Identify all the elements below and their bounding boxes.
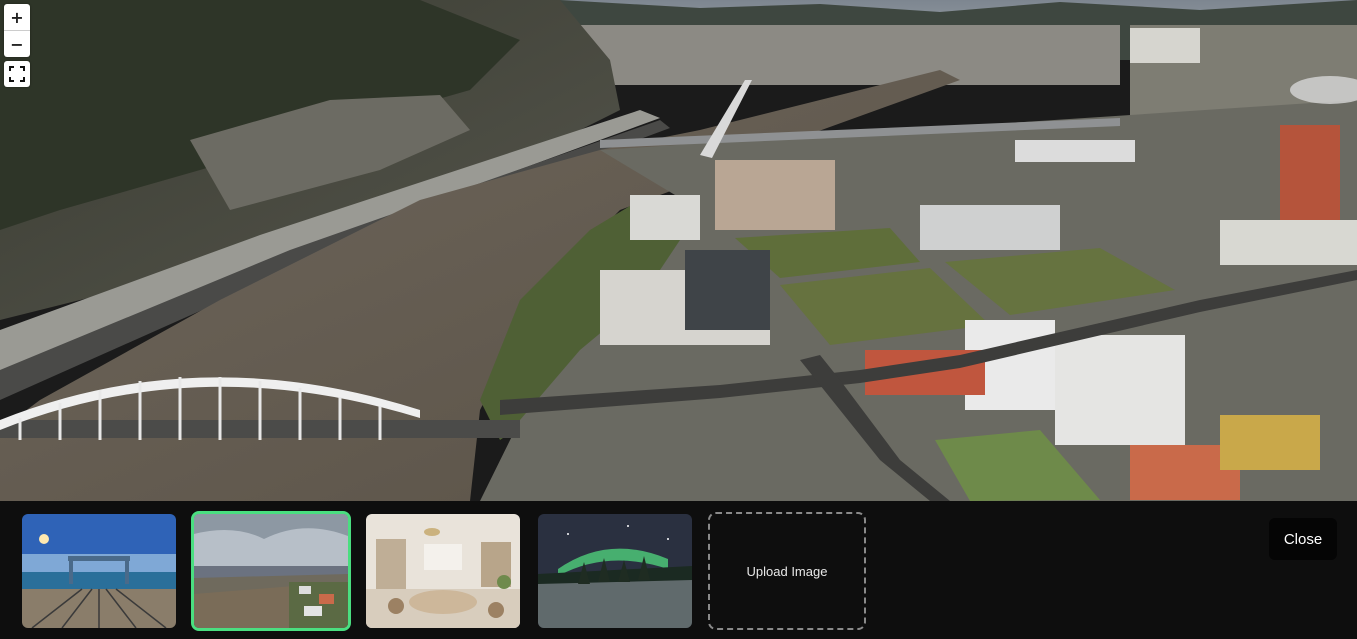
aurora-snow-image: [538, 514, 692, 628]
close-button[interactable]: Close: [1269, 518, 1337, 560]
interior-room-image: [366, 514, 520, 628]
thumbnail-aurora-snow[interactable]: [538, 514, 692, 628]
image-gallery-bar: Upload Image Close: [0, 501, 1357, 639]
upload-image-button[interactable]: Upload Image: [708, 512, 866, 630]
zoom-out-button[interactable]: −: [4, 30, 30, 57]
fullscreen-icon: [9, 66, 25, 82]
zoom-in-button[interactable]: +: [4, 4, 30, 30]
upload-image-label: Upload Image: [746, 563, 828, 579]
pier-panorama-image: [22, 514, 176, 628]
thumbnail-pier-panorama[interactable]: [22, 514, 176, 628]
zoom-controls: + −: [4, 4, 30, 57]
panorama-viewer[interactable]: + − Upload Image Close: [0, 0, 1357, 639]
close-button-label: Close: [1283, 530, 1323, 548]
thumbnail-interior-room[interactable]: [366, 514, 520, 628]
thumbnail-river-town-aerial[interactable]: [191, 511, 351, 631]
fullscreen-button[interactable]: [4, 61, 30, 87]
river-town-aerial-image: [194, 514, 348, 628]
